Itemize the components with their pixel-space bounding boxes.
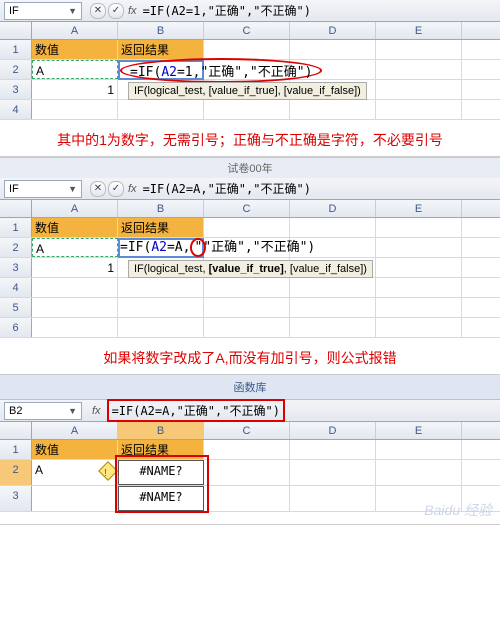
row-header-4[interactable]: 4 <box>0 278 32 297</box>
row-header-3[interactable]: 3 <box>0 80 32 99</box>
grid-row-1: 1 数值 返回结果 <box>0 40 500 60</box>
formula-controls: fx <box>90 405 101 417</box>
row-header-3[interactable]: 3 <box>0 486 32 511</box>
formula-controls: ✕ ✓ fx <box>90 181 137 197</box>
watermark: Baidu 经验 <box>424 500 492 520</box>
name-box[interactable]: B2 ▼ <box>4 402 82 420</box>
col-header-B[interactable]: B <box>118 22 204 39</box>
name-box[interactable]: IF ▼ <box>4 180 82 198</box>
grid-row-2: 2 A #NAME? <box>0 460 500 486</box>
grid-row-6: 6 <box>0 318 500 338</box>
fx-icon[interactable]: fx <box>128 5 137 17</box>
formula-controls: ✕ ✓ fx <box>90 3 137 19</box>
annotation-2: 如果将数字改成了A,而没有加引号，则公式报错 <box>0 338 500 372</box>
col-header-B[interactable]: B <box>118 200 204 217</box>
row-header-1[interactable]: 1 <box>0 40 32 59</box>
formula-bar-row: IF ▼ ✕ ✓ fx =IF(A2=A,"正确","不正确") <box>0 178 500 200</box>
excel-panel-2: IF ▼ ✕ ✓ fx =IF(A2=A,"正确","不正确") A B C D… <box>0 178 500 375</box>
row-header-1[interactable]: 1 <box>0 218 32 237</box>
annotation-1: 其中的1为数字，无需引号；正确与不正确是字符，不必要引号 <box>0 120 500 154</box>
name-box[interactable]: IF ▼ <box>4 2 82 20</box>
col-header-A[interactable]: A <box>32 22 118 39</box>
error-indicator-icon[interactable] <box>101 464 115 484</box>
cell-C1[interactable] <box>204 40 290 59</box>
col-header-C[interactable]: C <box>204 422 290 439</box>
cell-A2[interactable]: A <box>32 238 118 257</box>
row-header-2[interactable]: 2 <box>0 460 32 485</box>
formula-bar-row: IF ▼ ✕ ✓ fx =IF(A2=1,"正确","不正确") <box>0 0 500 22</box>
row-header-2[interactable]: 2 <box>0 60 32 79</box>
red-box-errors <box>115 455 209 513</box>
col-header-D[interactable]: D <box>290 22 376 39</box>
cell-E2[interactable] <box>376 60 462 79</box>
fx-icon[interactable]: fx <box>128 183 137 195</box>
col-header-E[interactable]: E <box>376 422 462 439</box>
cell-D1[interactable] <box>290 40 376 59</box>
cancel-icon[interactable]: ✕ <box>90 3 106 19</box>
row-header-4[interactable]: 4 <box>0 100 32 119</box>
formula-overlay-2: =IF(A2=A,""正确","不正确") <box>120 236 315 257</box>
cell-B1[interactable]: 返回结果 <box>118 40 204 59</box>
chevron-down-icon[interactable]: ▼ <box>68 6 77 16</box>
formula-overlay-1: =IF(A2=1,"正确","不正确") <box>120 58 322 83</box>
column-headers: A B C D E <box>0 422 500 440</box>
formula-tooltip: IF(logical_test, [value_if_true], [value… <box>128 260 373 278</box>
col-header-A[interactable]: A <box>32 422 118 439</box>
formula-bar-text[interactable]: =IF(A2=A,"正确","不正确") <box>107 399 285 422</box>
cell-A1[interactable]: 数值 <box>32 40 118 59</box>
ribbon-group-label: 函数库 <box>0 375 500 400</box>
cell-B1[interactable]: 返回结果 <box>118 218 204 237</box>
col-header-E[interactable]: E <box>376 22 462 39</box>
column-headers: A B C D E <box>0 22 500 40</box>
row-header-1[interactable]: 1 <box>0 440 32 459</box>
row-header-3[interactable]: 3 <box>0 258 32 277</box>
formula-bar-text[interactable]: =IF(A2=A,"正确","不正确") <box>143 180 311 197</box>
select-all-corner[interactable] <box>0 22 32 39</box>
accept-icon[interactable]: ✓ <box>108 181 124 197</box>
excel-panel-3: 函数库 B2 ▼ fx =IF(A2=A,"正确","不正确") A B C D… <box>0 375 500 525</box>
select-all-corner[interactable] <box>0 422 32 439</box>
row-header-5[interactable]: 5 <box>0 298 32 317</box>
cell-A1[interactable]: 数值 <box>32 440 118 459</box>
col-header-B[interactable]: B <box>118 422 204 439</box>
col-header-C[interactable]: C <box>204 22 290 39</box>
col-header-C[interactable]: C <box>204 200 290 217</box>
cell-A3[interactable] <box>32 486 118 511</box>
grid-row-5: 5 <box>0 298 500 318</box>
cell-E1[interactable] <box>376 40 462 59</box>
cell-A1[interactable]: 数值 <box>32 218 118 237</box>
cell-A2[interactable]: A <box>32 460 118 485</box>
red-oval-highlight: =IF(A2=1,"正确","不正确") <box>120 58 322 83</box>
grid-row-1: 1 数值 返回结果 <box>0 218 500 238</box>
column-headers: A B C D E <box>0 200 500 218</box>
cell-A3[interactable]: 1 <box>32 80 118 99</box>
cancel-icon[interactable]: ✕ <box>90 181 106 197</box>
grid-row-1: 1 数值 返回结果 <box>0 440 500 460</box>
formula-tooltip: IF(logical_test, [value_if_true], [value… <box>128 82 367 100</box>
chevron-down-icon[interactable]: ▼ <box>68 406 77 416</box>
cell-E3[interactable] <box>376 80 462 99</box>
col-header-D[interactable]: D <box>290 200 376 217</box>
col-header-D[interactable]: D <box>290 422 376 439</box>
cell-A2[interactable]: A <box>32 60 118 79</box>
accept-icon[interactable]: ✓ <box>108 3 124 19</box>
select-all-corner[interactable] <box>0 200 32 217</box>
grid-row-4: 4 <box>0 100 500 120</box>
chevron-down-icon[interactable]: ▼ <box>68 184 77 194</box>
cell-A3[interactable]: 1 <box>32 258 118 277</box>
row-header-6[interactable]: 6 <box>0 318 32 337</box>
name-box-value: B2 <box>9 405 22 417</box>
col-header-E[interactable]: E <box>376 200 462 217</box>
name-box-value: IF <box>9 5 19 17</box>
row-header-2[interactable]: 2 <box>0 238 32 257</box>
formula-bar-row: B2 ▼ fx =IF(A2=A,"正确","不正确") <box>0 400 500 422</box>
formula-bar-text[interactable]: =IF(A2=1,"正确","不正确") <box>143 2 311 19</box>
name-box-value: IF <box>9 183 19 195</box>
sheet-tab-strip[interactable]: 试卷00年 <box>0 157 500 178</box>
fx-icon[interactable]: fx <box>92 405 101 417</box>
grid-row-4: 4 <box>0 278 500 298</box>
excel-panel-1: IF ▼ ✕ ✓ fx =IF(A2=1,"正确","不正确") A B C D… <box>0 0 500 157</box>
col-header-A[interactable]: A <box>32 200 118 217</box>
